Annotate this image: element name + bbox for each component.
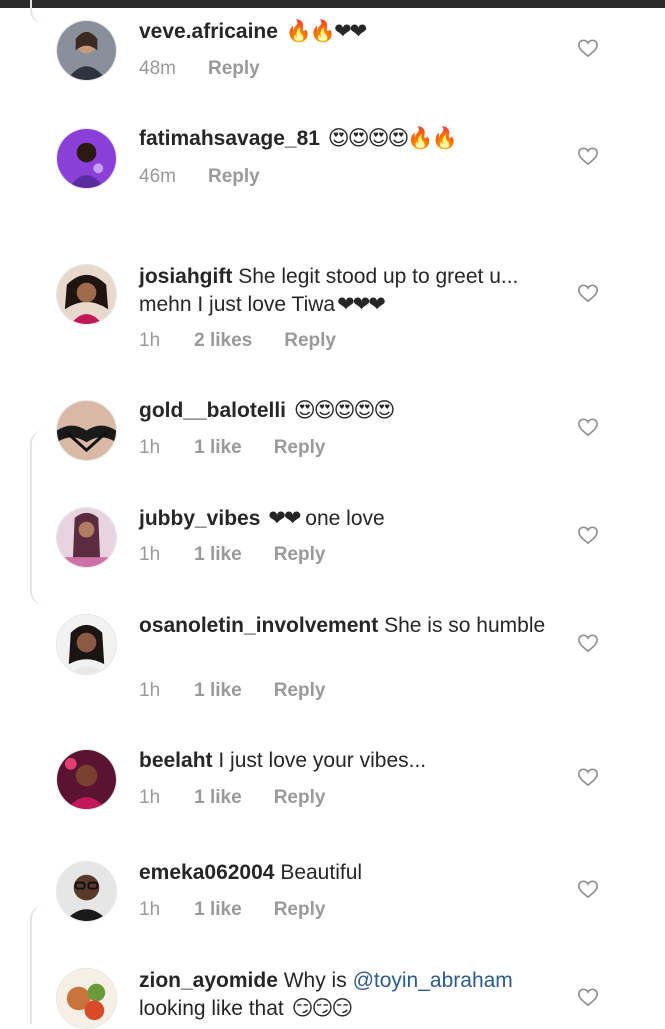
avatar[interactable]	[56, 264, 117, 325]
likes-count[interactable]: 1 like	[194, 437, 242, 459]
comment-body: looking like that	[139, 997, 284, 1020]
comment-username[interactable]: osanoletin_involvement	[139, 614, 378, 637]
comment-meta: 46m Reply	[139, 166, 260, 188]
avatar[interactable]	[56, 614, 117, 675]
reply-button[interactable]: Reply	[274, 680, 326, 702]
comment-time: 1h	[139, 544, 161, 565]
comment-meta: 1h 2 likes Reply	[139, 330, 336, 352]
comment-time: 46m	[139, 166, 176, 187]
thread-line	[30, 0, 50, 24]
comment-username[interactable]: gold__balotelli	[139, 399, 286, 422]
comment-body: one love	[305, 507, 385, 530]
heart-outline-icon[interactable]	[577, 283, 599, 303]
comment-text: emeka062004 Beautiful	[139, 859, 559, 887]
comment-username[interactable]: veve.africaine	[139, 20, 278, 43]
avatar[interactable]	[56, 507, 117, 568]
reply-button[interactable]: Reply	[284, 330, 336, 352]
avatar[interactable]	[56, 400, 117, 461]
avatar[interactable]	[56, 128, 117, 189]
comment-emoji: 😍😍😍😍😍	[293, 399, 395, 422]
reply-button[interactable]: Reply	[274, 544, 326, 566]
comment-meta: 1h 1 like Reply	[139, 437, 325, 459]
likes-count[interactable]: 1 like	[194, 680, 242, 702]
comment-username[interactable]: jubby_vibes	[139, 507, 260, 530]
comment-username[interactable]: zion_ayomide	[139, 969, 278, 992]
heart-outline-icon[interactable]	[577, 879, 599, 899]
reply-button[interactable]: Reply	[208, 58, 260, 80]
avatar[interactable]	[56, 20, 117, 81]
reply-button[interactable]: Reply	[274, 899, 326, 921]
comment-time: 1h	[139, 899, 161, 920]
comment-time: 1h	[139, 680, 161, 701]
comment-time: 1h	[139, 330, 161, 351]
comment-meta: 1h 1 like Reply	[139, 544, 325, 566]
comment-emoji: ❤❤	[268, 507, 301, 530]
comment-meta: 1h 1 like Reply	[139, 899, 325, 921]
avatar[interactable]	[56, 968, 117, 1029]
heart-outline-icon[interactable]	[577, 525, 599, 545]
heart-outline-icon[interactable]	[577, 633, 599, 653]
comment-text: jubby_vibes ❤❤ one love	[139, 505, 559, 533]
comment-username[interactable]: fatimahsavage_81	[139, 127, 320, 150]
comment-text: osanoletin_involvement She is so humble	[139, 612, 559, 640]
comment-username[interactable]: josiahgift	[139, 265, 232, 288]
comment-emoji: 😏😏😏	[291, 997, 354, 1020]
avatar[interactable]	[56, 861, 117, 922]
thread-line	[30, 905, 50, 1024]
likes-count[interactable]: 2 likes	[194, 330, 252, 352]
mention-link[interactable]: @toyin_abraham	[353, 969, 513, 992]
comment-text: fatimahsavage_81 😍😍😍😍🔥🔥	[139, 125, 559, 153]
comment-body: Why is	[283, 969, 347, 992]
reply-button[interactable]: Reply	[274, 437, 326, 459]
heart-outline-icon[interactable]	[577, 767, 599, 787]
comment-text: beelaht I just love your vibes...	[139, 747, 559, 775]
thread-line	[30, 430, 50, 605]
heart-outline-icon[interactable]	[577, 38, 599, 58]
comment-body: She is so humble	[384, 614, 546, 637]
comment-meta: 1h 1 like Reply	[139, 680, 325, 702]
reply-button[interactable]: Reply	[274, 787, 326, 809]
heart-outline-icon[interactable]	[577, 987, 599, 1007]
comment-meta: 1h 1 like Reply	[139, 787, 325, 809]
comment-body: Beautiful	[280, 861, 363, 884]
heart-outline-icon[interactable]	[577, 417, 599, 437]
comment-username[interactable]: emeka062004	[139, 861, 274, 884]
comment-time: 1h	[139, 787, 161, 808]
comment-text: gold__balotelli 😍😍😍😍😍	[139, 397, 559, 425]
likes-count[interactable]: 1 like	[194, 787, 242, 809]
comment-text: zion_ayomide Why is @toyin_abraham looki…	[139, 967, 559, 1023]
comment-time: 48m	[139, 58, 176, 79]
avatar[interactable]	[56, 749, 117, 810]
comment-emoji: ❤❤❤	[337, 293, 386, 316]
status-bar	[0, 0, 665, 8]
comment-emoji: 🔥🔥❤❤	[285, 20, 367, 43]
comment-emoji: 😍😍😍😍🔥🔥	[327, 127, 458, 150]
reply-button[interactable]: Reply	[208, 166, 260, 188]
comment-username[interactable]: beelaht	[139, 749, 213, 772]
heart-outline-icon[interactable]	[577, 146, 599, 166]
comment-time: 1h	[139, 437, 161, 458]
comment-body: I just love your vibes...	[218, 749, 427, 772]
comment-meta: 48m Reply	[139, 58, 260, 80]
likes-count[interactable]: 1 like	[194, 899, 242, 921]
comment-text: veve.africaine 🔥🔥❤❤	[139, 18, 559, 46]
likes-count[interactable]: 1 like	[194, 544, 242, 566]
comment-text: josiahgift She legit stood up to greet u…	[139, 263, 559, 319]
